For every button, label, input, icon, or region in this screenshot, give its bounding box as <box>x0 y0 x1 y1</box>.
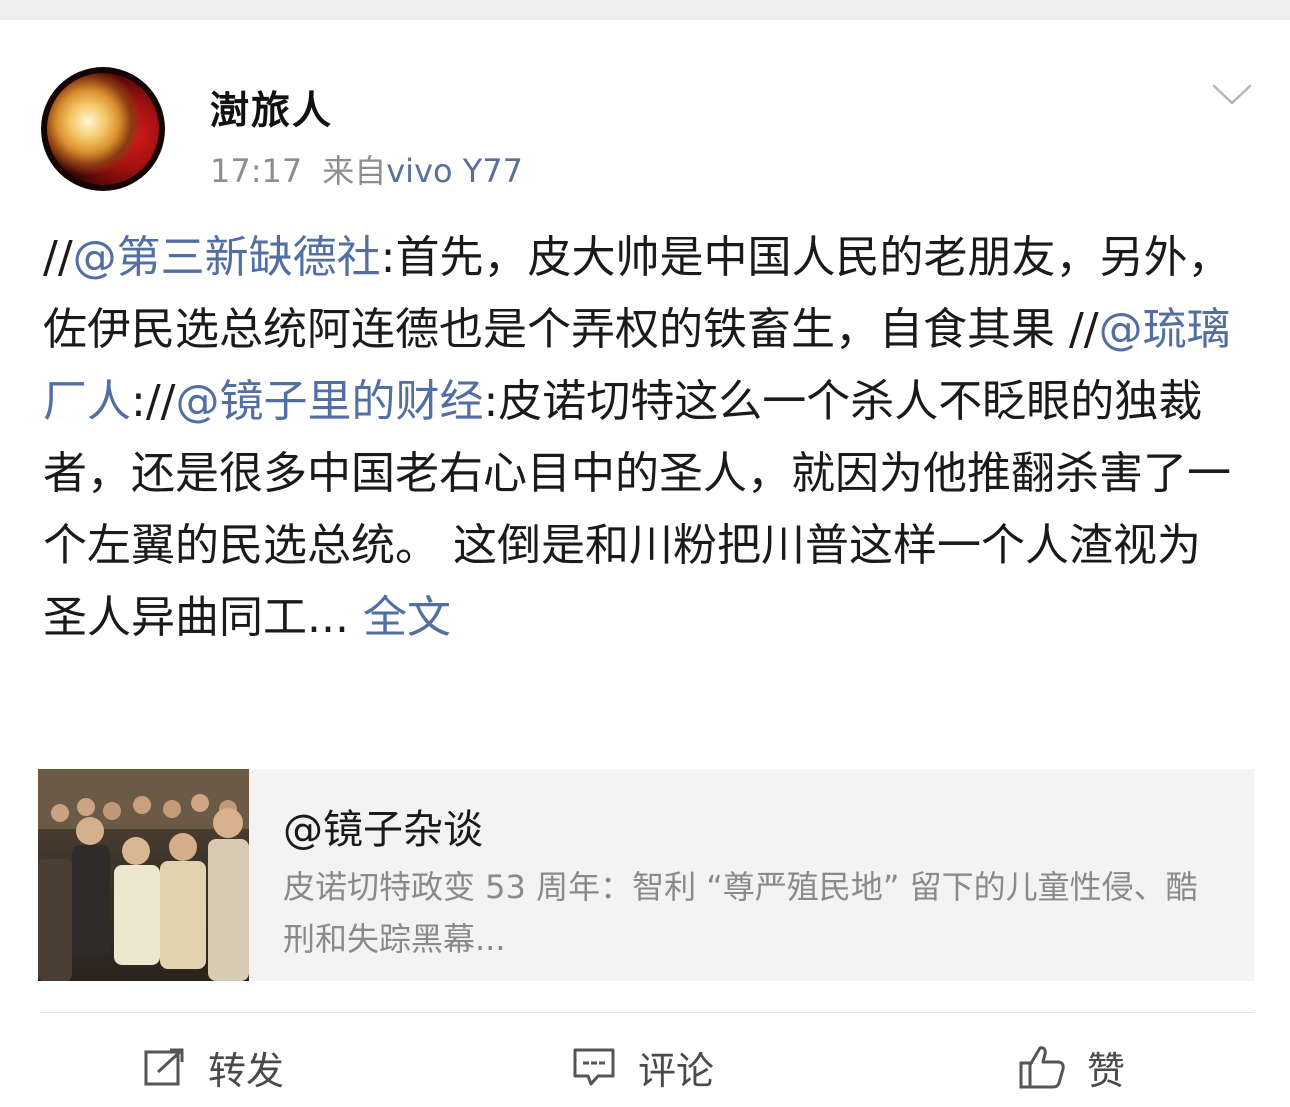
repost-summary: 皮诺切特政变 53 周年：智利 “尊严殖民地” 留下的儿童性侵、酷刑和失踪黑幕.… <box>283 868 1198 958</box>
post-text: //@第三新缺德社:首先，皮大帅是中国人民的老朋友，另外，佐伊民选总统阿连德也是… <box>43 222 1243 654</box>
repost-thumbnail <box>38 769 249 981</box>
like-button[interactable]: 赞 <box>1019 1040 1125 1094</box>
full-text-link[interactable]: 全文 <box>363 592 451 643</box>
comment-button[interactable]: 评论 <box>572 1040 714 1094</box>
comment-icon <box>573 1048 615 1086</box>
avatar[interactable] <box>41 67 165 191</box>
repost-card[interactable]: @镜子杂谈 皮诺切特政变 53 周年：智利 “尊严殖民地” 留下的儿童性侵、酷刑… <box>38 769 1254 981</box>
post-time: 17:17 <box>210 152 303 190</box>
repost-button[interactable]: 转发 <box>144 1040 284 1094</box>
thumbs-up-icon <box>1019 1046 1065 1089</box>
user-name[interactable]: 澍旅人 <box>210 80 333 136</box>
post-text-part: :// <box>131 376 176 427</box>
comment-label: 评论 <box>638 1048 715 1093</box>
mention-link[interactable]: @镜子里的财经 <box>175 376 483 427</box>
action-divider <box>40 1012 1254 1013</box>
source-prefix: 来自 <box>322 152 387 190</box>
repost-icon <box>144 1048 184 1086</box>
repost-label: 转发 <box>208 1048 285 1093</box>
top-strip <box>0 0 1290 20</box>
repost-author[interactable]: @镜子杂谈 <box>283 797 483 855</box>
like-label: 赞 <box>1087 1048 1126 1093</box>
source-device[interactable]: vivo Y77 <box>386 152 523 190</box>
chevron-down-icon[interactable] <box>1212 84 1252 106</box>
post-meta: 17:17 来自vivo Y77 <box>210 146 523 192</box>
post-text-part: // <box>43 232 73 283</box>
mention-link[interactable]: @第三新缺德社 <box>73 232 381 283</box>
